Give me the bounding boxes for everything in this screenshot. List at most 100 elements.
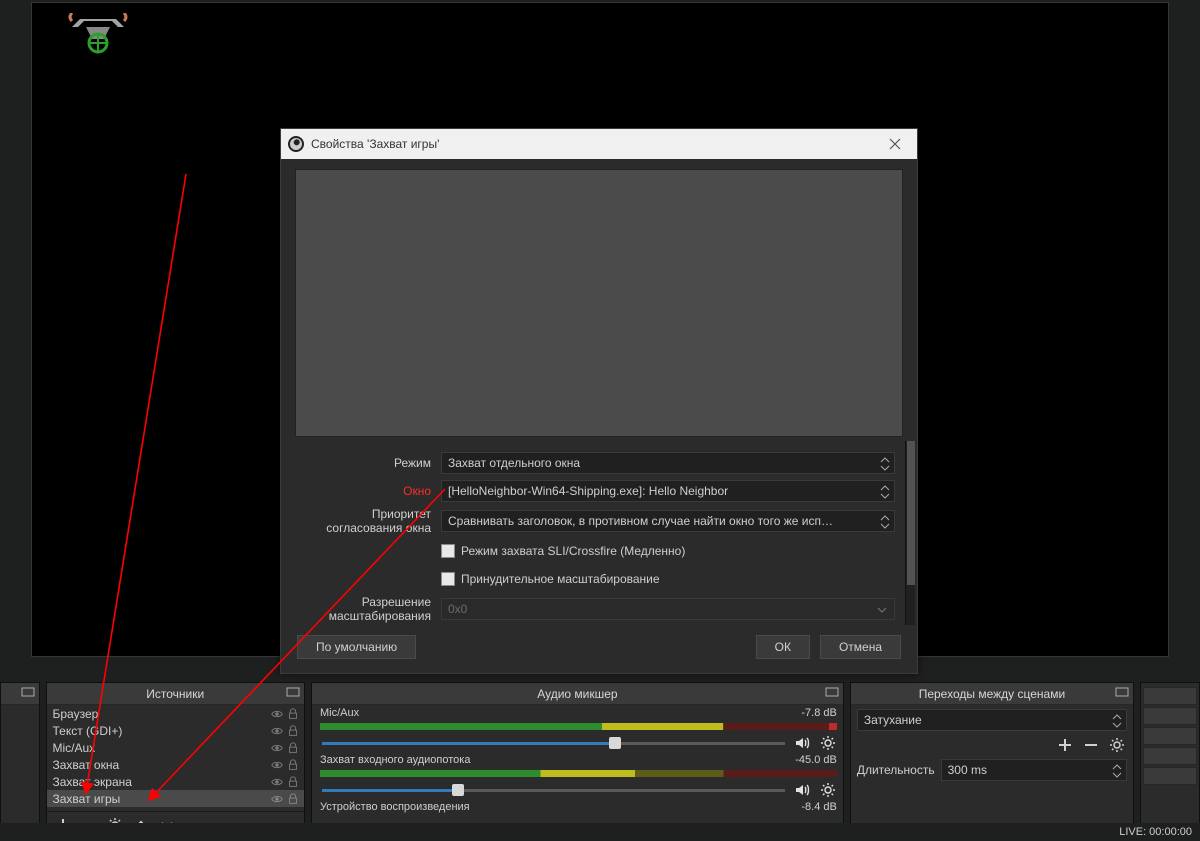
priority-label: Приоритет согласования окна xyxy=(295,507,441,535)
control-button-stub[interactable] xyxy=(1143,747,1197,765)
source-item[interactable]: Захват окна xyxy=(47,756,305,773)
sli-label: Режим захвата SLI/Crossfire (Медленно) xyxy=(461,544,685,558)
force-scale-checkbox[interactable] xyxy=(441,572,455,586)
source-item[interactable]: Mic/Aux xyxy=(47,739,305,756)
scale-res-label: Разрешение масштабирования xyxy=(295,595,441,623)
dock-icon[interactable] xyxy=(825,685,839,699)
close-button[interactable] xyxy=(873,129,917,159)
audio-meter xyxy=(320,723,837,730)
mixer-item: Mic/Aux -7.8 dB xyxy=(312,705,843,752)
priority-value: Сравнивать заголовок, в противном случае… xyxy=(448,514,838,528)
dialog-title: Свойства 'Захват игры' xyxy=(311,137,439,151)
volume-slider[interactable] xyxy=(322,742,785,745)
live-status: LIVE: 00:00:00 xyxy=(1119,826,1192,838)
mixer-item: Захват входного аудиопотока -45.0 dB xyxy=(312,752,843,799)
source-label: Захват экрана xyxy=(53,775,132,789)
overlay-logo xyxy=(62,13,134,57)
defaults-label: По умолчанию xyxy=(316,640,397,654)
mixer-item: Устройство воспроизведения -8.4 dB xyxy=(312,799,843,813)
source-item[interactable]: Текст (GDI+) xyxy=(47,722,305,739)
lock-icon[interactable] xyxy=(286,724,300,738)
mode-combo[interactable]: Захват отдельного окна xyxy=(441,452,895,474)
control-button-stub[interactable] xyxy=(1143,687,1197,705)
statusbar: LIVE: 00:00:00 xyxy=(0,823,1200,841)
speaker-icon[interactable] xyxy=(793,734,811,752)
source-item[interactable]: Захват экрана xyxy=(47,773,305,790)
obs-icon xyxy=(287,135,305,153)
transition-settings-button[interactable] xyxy=(1109,737,1125,753)
controls-panel-stub xyxy=(1140,682,1200,838)
ok-button[interactable]: ОК xyxy=(756,635,810,659)
transitions-panel-title: Переходы между сценами xyxy=(919,687,1065,701)
control-button-stub[interactable] xyxy=(1143,767,1197,785)
duration-spinbox[interactable]: 300 ms xyxy=(941,759,1127,781)
volume-slider[interactable] xyxy=(322,789,785,792)
sli-checkbox[interactable] xyxy=(441,544,455,558)
source-item[interactable]: Браузер xyxy=(47,705,305,722)
source-label: Захват окна xyxy=(53,758,120,772)
audio-meter xyxy=(320,770,837,777)
cancel-label: Отмена xyxy=(839,640,882,654)
control-button-stub[interactable] xyxy=(1143,727,1197,745)
dock-icon[interactable] xyxy=(286,685,300,699)
force-scale-label: Принудительное масштабирование xyxy=(461,572,660,586)
defaults-button[interactable]: По умолчанию xyxy=(297,635,416,659)
ok-label: ОК xyxy=(775,640,791,654)
mixer-settings-icon[interactable] xyxy=(819,734,837,752)
dialog-preview xyxy=(295,169,903,437)
cancel-button[interactable]: Отмена xyxy=(820,635,901,659)
scale-res-placeholder: 0x0 xyxy=(448,602,467,616)
duration-value: 300 ms xyxy=(948,763,987,777)
scenes-panel-stub xyxy=(0,682,40,838)
source-item-selected[interactable]: Захват игры xyxy=(47,790,305,807)
duration-label: Длительность xyxy=(857,763,935,777)
priority-combo[interactable]: Сравнивать заголовок, в противном случае… xyxy=(441,510,895,532)
mixer-source-name: Mic/Aux xyxy=(320,707,359,719)
mixer-panel: Аудио микшер Mic/Aux -7.8 dB Захват входн… xyxy=(311,682,844,838)
scale-res-combo[interactable]: 0x0 xyxy=(441,598,895,620)
mixer-panel-title: Аудио микшер xyxy=(537,687,617,701)
lock-icon[interactable] xyxy=(286,792,300,806)
lock-icon[interactable] xyxy=(286,775,300,789)
mixer-db: -8.4 dB xyxy=(801,801,836,813)
dialog-scrollbar[interactable] xyxy=(905,441,915,625)
dock-icon[interactable] xyxy=(21,685,35,699)
dialog-titlebar[interactable]: Свойства 'Захват игры' xyxy=(281,129,917,159)
transition-type-combo[interactable]: Затухание xyxy=(857,709,1127,731)
mixer-source-name: Устройство воспроизведения xyxy=(320,801,470,813)
mode-label: Режим xyxy=(295,456,441,470)
properties-dialog: Свойства 'Захват игры' Режим Захват отде… xyxy=(280,128,918,674)
lock-icon[interactable] xyxy=(286,741,300,755)
dock-icon[interactable] xyxy=(1115,685,1129,699)
visibility-icon[interactable] xyxy=(270,792,284,806)
visibility-icon[interactable] xyxy=(270,724,284,738)
window-combo[interactable]: [HelloNeighbor-Win64-Shipping.exe]: Hell… xyxy=(441,480,895,502)
window-value: [HelloNeighbor-Win64-Shipping.exe]: Hell… xyxy=(448,484,728,498)
source-label: Браузер xyxy=(53,707,99,721)
lock-icon[interactable] xyxy=(286,758,300,772)
mixer-db: -7.8 dB xyxy=(801,707,836,719)
visibility-icon[interactable] xyxy=(270,707,284,721)
visibility-icon[interactable] xyxy=(270,741,284,755)
source-label: Mic/Aux xyxy=(53,741,96,755)
window-label: Окно xyxy=(295,484,441,498)
source-label: Текст (GDI+) xyxy=(53,724,123,738)
speaker-icon[interactable] xyxy=(793,781,811,799)
visibility-icon[interactable] xyxy=(270,758,284,772)
lock-icon[interactable] xyxy=(286,707,300,721)
control-button-stub[interactable] xyxy=(1143,707,1197,725)
add-transition-button[interactable] xyxy=(1057,737,1073,753)
mixer-settings-icon[interactable] xyxy=(819,781,837,799)
mixer-db: -45.0 dB xyxy=(795,754,837,766)
visibility-icon[interactable] xyxy=(270,775,284,789)
remove-transition-button[interactable] xyxy=(1083,737,1099,753)
source-label: Захват игры xyxy=(53,792,121,806)
sources-panel-title: Источники xyxy=(146,687,204,701)
mixer-source-name: Захват входного аудиопотока xyxy=(320,754,470,766)
transitions-panel: Переходы между сценами Затухание Длитель… xyxy=(850,682,1134,838)
transition-type-value: Затухание xyxy=(864,713,922,727)
mode-value: Захват отдельного окна xyxy=(448,456,580,470)
sources-panel: Источники Браузер Текст (GDI+) Mic/Aux З… xyxy=(46,682,306,838)
bottom-dock: Источники Браузер Текст (GDI+) Mic/Aux З… xyxy=(0,680,1200,841)
sources-list[interactable]: Браузер Текст (GDI+) Mic/Aux Захват окна… xyxy=(47,705,305,811)
